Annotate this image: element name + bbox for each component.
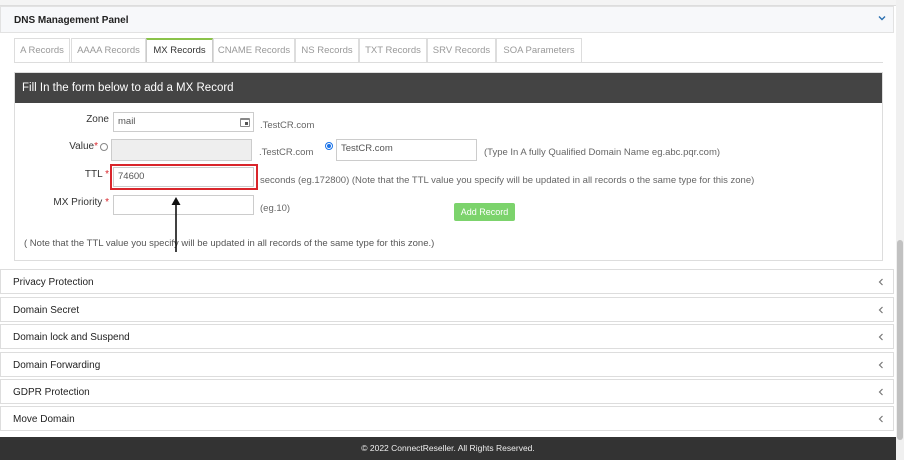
value-fqdn-input[interactable]: TestCR.com	[336, 139, 477, 161]
accordion-domain-secret[interactable]: Domain Secret	[0, 297, 894, 322]
panel-title: DNS Management Panel	[14, 15, 129, 26]
footer: © 2022 ConnectReseller. All Rights Reser…	[0, 437, 896, 460]
ttl-label: TTL *	[60, 169, 109, 180]
chevron-left-icon	[878, 333, 883, 341]
ttl-hint: seconds (eg.172800) (Note that the TTL v…	[260, 175, 755, 186]
accordion-gdpr-protection[interactable]: GDPR Protection	[0, 379, 894, 404]
accordion-label: GDPR Protection	[13, 387, 90, 398]
accordion-label: Domain Forwarding	[13, 360, 101, 371]
priority-hint: (eg.10)	[260, 203, 291, 214]
chevron-left-icon	[878, 361, 883, 369]
accordion-label: Move Domain	[13, 414, 75, 425]
value-label-text: Value	[69, 141, 95, 152]
accordion-privacy-protection[interactable]: Privacy Protection	[0, 269, 894, 294]
chevron-left-icon	[878, 415, 883, 423]
page: DNS Management Panel A Records AAAA Reco…	[0, 0, 896, 460]
tab-txt-records[interactable]: TXT Records	[359, 38, 427, 63]
tab-a-records[interactable]: A Records	[14, 38, 70, 63]
arrow-up-icon	[171, 197, 181, 252]
tab-mx-records[interactable]: MX Records	[146, 38, 213, 63]
calendar-icon[interactable]	[239, 116, 251, 128]
dns-panel-header[interactable]: DNS Management Panel	[0, 6, 894, 33]
required-mark: *	[94, 141, 98, 152]
value-fqdn-hint: (Type In A fully Qualified Domain Name e…	[484, 147, 721, 158]
zone-label: Zone	[86, 114, 109, 125]
chevron-left-icon	[878, 306, 883, 314]
accordion-label: Domain lock and Suspend	[13, 332, 130, 343]
form-heading: Fill In the form below to add a MX Recor…	[15, 73, 882, 103]
value-radio-fqdn[interactable]	[325, 142, 333, 150]
accordion-move-domain[interactable]: Move Domain	[0, 406, 894, 431]
accordion-domain-lock[interactable]: Domain lock and Suspend	[0, 324, 894, 349]
value-input[interactable]	[111, 139, 252, 161]
ttl-note: ( Note that the TTL value you specify wi…	[24, 238, 435, 249]
tab-ns-records[interactable]: NS Records	[295, 38, 359, 63]
accordion-domain-forwarding[interactable]: Domain Forwarding	[0, 352, 894, 377]
ttl-label-text: TTL	[84, 169, 103, 180]
tab-divider	[14, 62, 883, 63]
priority-label: MX Priority *	[30, 197, 109, 208]
tab-cname-records[interactable]: CNAME Records	[213, 38, 295, 63]
ttl-highlight	[110, 164, 258, 190]
required-mark: *	[105, 169, 109, 180]
priority-input[interactable]	[113, 195, 254, 215]
scrollbar-thumb[interactable]	[897, 240, 903, 440]
tab-aaaa-records[interactable]: AAAA Records	[71, 38, 146, 63]
tab-soa-parameters[interactable]: SOA Parameters	[496, 38, 582, 63]
chevron-left-icon	[878, 388, 883, 396]
accordion-label: Privacy Protection	[13, 277, 94, 288]
value-radio-subdomain[interactable]	[100, 143, 108, 151]
chevron-down-icon[interactable]	[877, 13, 887, 23]
zone-suffix: .TestCR.com	[260, 120, 315, 131]
required-mark: *	[105, 197, 109, 208]
accordion-label: Domain Secret	[13, 305, 80, 316]
value-label: Value*	[40, 141, 98, 152]
priority-label-text: MX Priority	[53, 197, 103, 208]
add-record-button[interactable]: Add Record	[454, 203, 515, 221]
zone-input[interactable]: mail	[113, 112, 254, 132]
value-suffix: .TestCR.com	[259, 147, 314, 158]
tab-srv-records[interactable]: SRV Records	[427, 38, 496, 63]
chevron-left-icon	[878, 278, 883, 286]
